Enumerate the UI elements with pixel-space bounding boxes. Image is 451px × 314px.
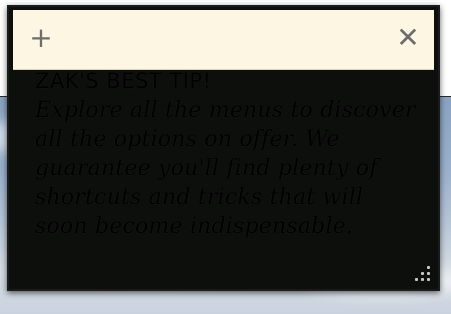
close-icon[interactable]: ✕ [394,24,422,52]
note-header: + ✕ [13,10,434,70]
note-text-area[interactable]: ZAK'S BEST TIP! Explore all the menus to… [35,67,418,269]
note-body-text: Explore all the menus to discover all th… [35,98,416,239]
sticky-note-window[interactable]: + ✕ ZAK'S BEST TIP! Explore all the menu… [7,5,440,291]
note-title: ZAK'S BEST TIP! [35,69,212,93]
plus-icon[interactable]: + [27,24,55,52]
resize-grip-icon[interactable] [412,263,430,281]
